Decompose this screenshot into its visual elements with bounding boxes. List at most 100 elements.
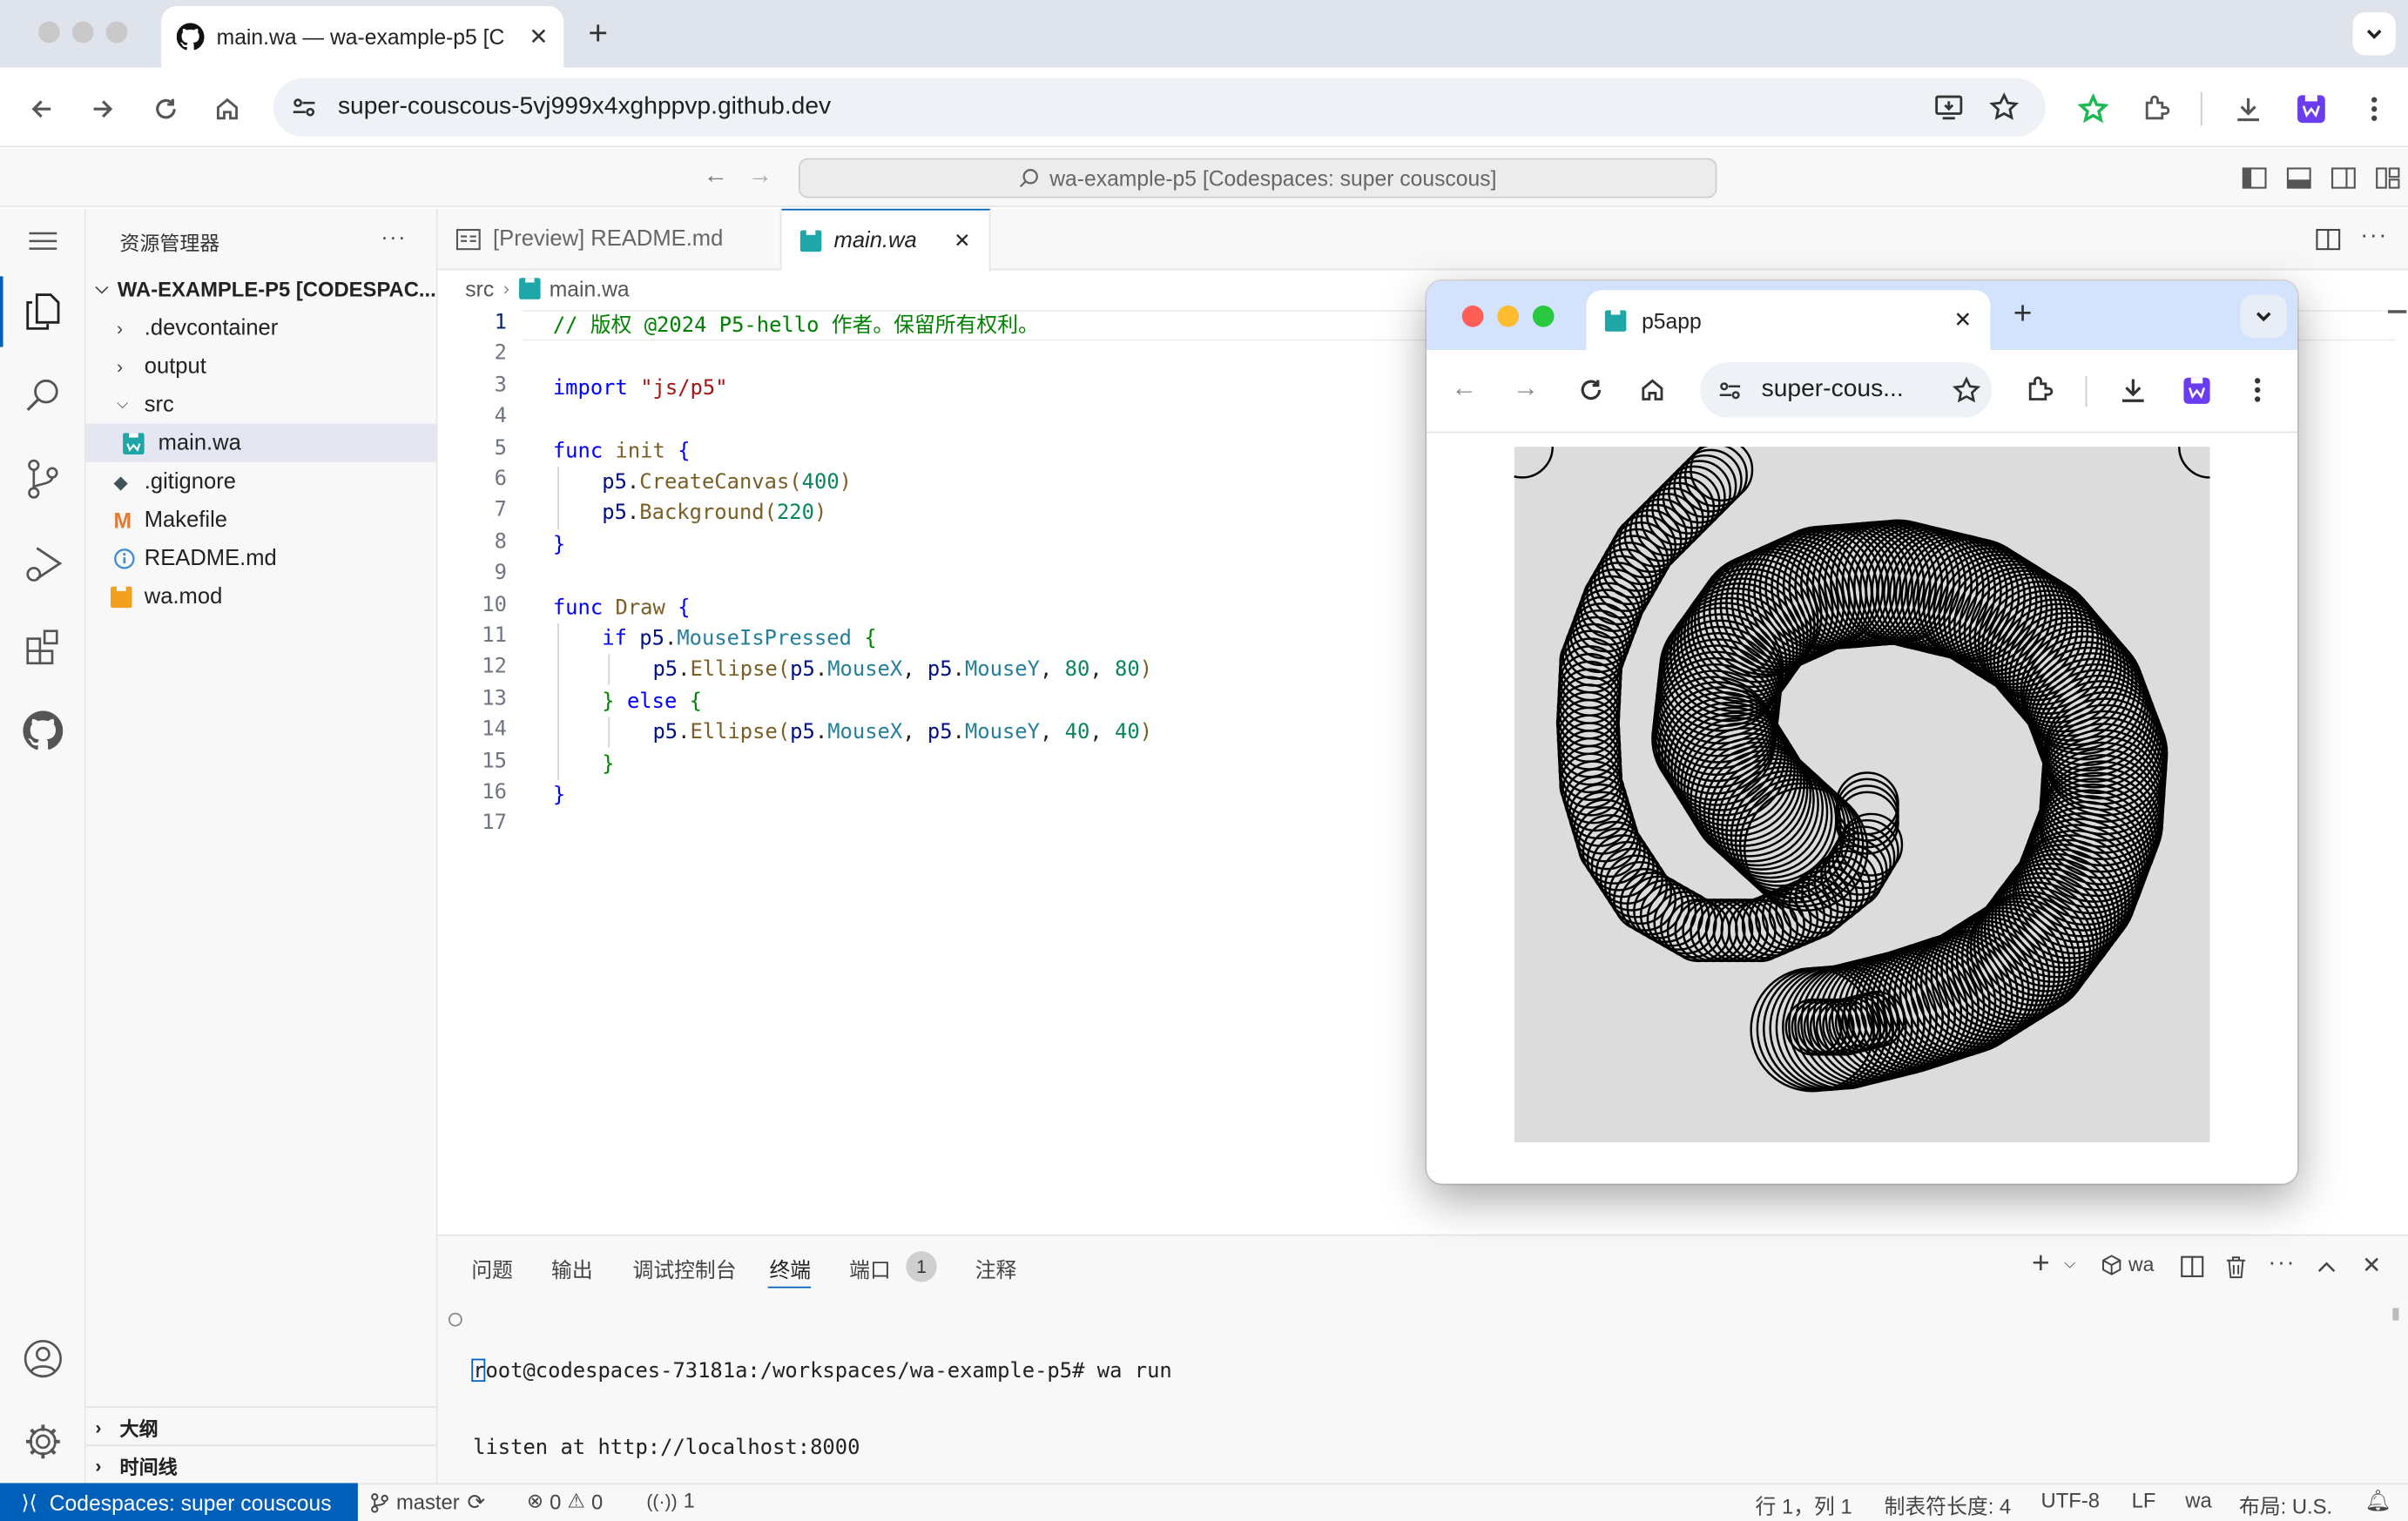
terminal-shell-label[interactable]: wa [2101,1253,2154,1275]
chevron-down-icon[interactable]: ⌵ [2064,1255,2075,1272]
settings-gear-icon[interactable] [22,1418,64,1464]
tab-readme-preview[interactable]: [Preview] README.md [438,208,782,271]
keyboard-layout[interactable]: 布局: U.S. [2239,1489,2332,1519]
branch-indicator[interactable]: master ⟳ [370,1489,485,1515]
run-debug-icon[interactable] [22,541,64,587]
forward-arrow-icon[interactable] [83,89,123,129]
menu-icon[interactable] [24,225,61,256]
tree-item-devcontainer[interactable]: › .devcontainer [86,308,436,347]
terminal-output[interactable]: root@codespaces-73181a:/workspaces/wa-ex… [473,1308,1172,1485]
source-control-icon[interactable] [22,456,64,502]
tab-size[interactable]: 制表符长度: 4 [1885,1489,2012,1519]
nav-forward-icon[interactable]: → [748,163,772,191]
remote-indicator[interactable]: ⟩⟨ Codespaces: super couscous [0,1483,358,1521]
popup-close-button[interactable] [1461,305,1484,327]
tab-main-wa[interactable]: main.wa ✕ [781,208,991,273]
new-terminal-plus-icon[interactable]: + [2032,1247,2050,1282]
toggle-panel-icon[interactable] [2285,165,2313,190]
tab-search-button[interactable] [2240,294,2287,338]
bookmark-star-icon[interactable] [1949,374,1983,407]
tab-close-icon[interactable]: ✕ [954,229,970,253]
back-arrow-icon[interactable] [22,89,62,129]
extensions-puzzle-icon[interactable] [2022,374,2056,407]
tree-item-readme[interactable]: README.md [86,539,436,577]
site-settings-icon[interactable] [289,92,320,123]
download-icon[interactable] [2229,89,2269,129]
tab-close-icon[interactable]: ✕ [529,23,548,50]
panel-tab-comments[interactable]: 注释 [975,1253,1017,1283]
split-terminal-icon[interactable] [2179,1255,2203,1279]
tree-item-wa-mod[interactable]: wa.mod [86,577,436,616]
tree-item-makefile[interactable]: M Makefile [86,501,436,539]
split-editor-icon[interactable] [2314,227,2342,252]
panel-tab-terminal[interactable]: 终端 [769,1253,811,1283]
install-app-icon[interactable] [1932,91,1966,125]
browser-tab-main[interactable]: main.wa — wa-example-p5 [C ✕ [161,6,564,68]
browser-menu-icon[interactable] [2241,374,2275,407]
site-settings-icon[interactable] [1714,374,1744,405]
window-minimize-button[interactable] [71,21,94,44]
window-zoom-button[interactable] [105,21,128,44]
command-center[interactable]: wa-example-p5 [Codespaces: super couscou… [798,158,1717,199]
ports-indicator[interactable]: ((·)) 1 [646,1489,695,1511]
breadcrumb-src[interactable]: src [465,276,494,300]
problems-indicator[interactable]: ⊗ 0 ⚠ 0 [527,1489,603,1513]
notifications-bell-icon[interactable]: 🔔︎ [2365,1489,2391,1513]
popup-minimize-button[interactable] [1497,305,1519,327]
panel-tab-debug-console[interactable]: 调试控制台 [633,1253,737,1283]
new-tab-button[interactable]: + [2013,296,2033,333]
tree-item-gitignore[interactable]: ◆ .gitignore [86,462,436,501]
encoding[interactable]: UTF-8 [2041,1489,2100,1511]
tree-item-src[interactable]: ⌵ src [86,386,436,424]
extensions-puzzle-icon[interactable] [2136,89,2176,129]
tab-search-button[interactable] [2352,12,2396,56]
home-icon[interactable] [207,89,247,129]
popup-address-bar[interactable]: super-cous... [1700,362,1993,418]
language-mode[interactable]: wa [2185,1489,2211,1511]
account-icon[interactable] [22,1336,64,1382]
explorer-files-icon[interactable] [22,289,64,335]
wa-extension-icon[interactable] [2291,89,2331,129]
tab-close-icon[interactable]: ✕ [1954,307,1973,333]
home-icon[interactable] [1636,374,1669,407]
close-panel-icon[interactable]: ✕ [2362,1251,2381,1279]
browser-menu-icon[interactable] [2354,89,2394,129]
forward-arrow-icon[interactable]: → [1513,374,1539,404]
tree-item-main-wa[interactable]: main.wa [85,423,436,462]
explorer-more-button[interactable]: ··· [381,224,407,248]
search-activity-icon[interactable] [22,374,64,420]
wa-extension-icon[interactable] [2179,374,2213,407]
eol[interactable]: LF [2132,1489,2156,1511]
workspace-root[interactable]: ⌵ WA-EXAMPLE-P5 [CODESPAC... [86,270,436,308]
popup-tab[interactable]: p5app ✕ [1586,290,1991,351]
outline-section[interactable]: › 大纲 [86,1408,436,1446]
trash-icon[interactable] [2223,1255,2248,1279]
nav-back-icon[interactable]: ← [704,163,728,191]
download-icon[interactable] [2116,374,2150,407]
new-tab-button[interactable]: + [588,14,608,54]
sync-icon[interactable]: ⟳ [468,1489,486,1515]
panel-tab-ports[interactable]: 端口 [849,1253,891,1283]
maximize-panel-icon[interactable] [2314,1255,2338,1279]
github-activity-icon[interactable] [22,708,64,754]
p5-drawing[interactable] [1514,447,2210,1142]
bookmark-star-icon[interactable] [1987,91,2021,125]
terminal-scrollbar[interactable] [2392,1308,2399,1321]
window-close-button[interactable] [38,21,60,44]
panel-more-button[interactable]: ··· [2269,1249,2297,1275]
popup-zoom-button[interactable] [1532,305,1555,327]
panel-tab-output[interactable]: 输出 [551,1253,593,1283]
editor-more-button[interactable]: ··· [2360,223,2388,249]
p5-canvas[interactable] [1514,447,2210,1142]
toggle-secondary-sidebar-icon[interactable] [2330,165,2357,190]
toggle-sidebar-icon[interactable] [2241,165,2269,190]
extensions-icon[interactable] [22,625,64,671]
reload-icon[interactable] [1574,374,1608,407]
breadcrumb-file[interactable]: main.wa [550,276,630,300]
cursor-position[interactable]: 行 1，列 1 [1756,1489,1852,1519]
reload-icon[interactable] [146,89,186,129]
timeline-section[interactable]: › 时间线 [86,1446,436,1484]
extension-green-icon[interactable] [2074,89,2114,129]
customize-layout-icon[interactable] [2374,165,2402,190]
address-bar[interactable]: super-couscous-5vj999x4xghppvp.github.de… [273,77,2046,137]
